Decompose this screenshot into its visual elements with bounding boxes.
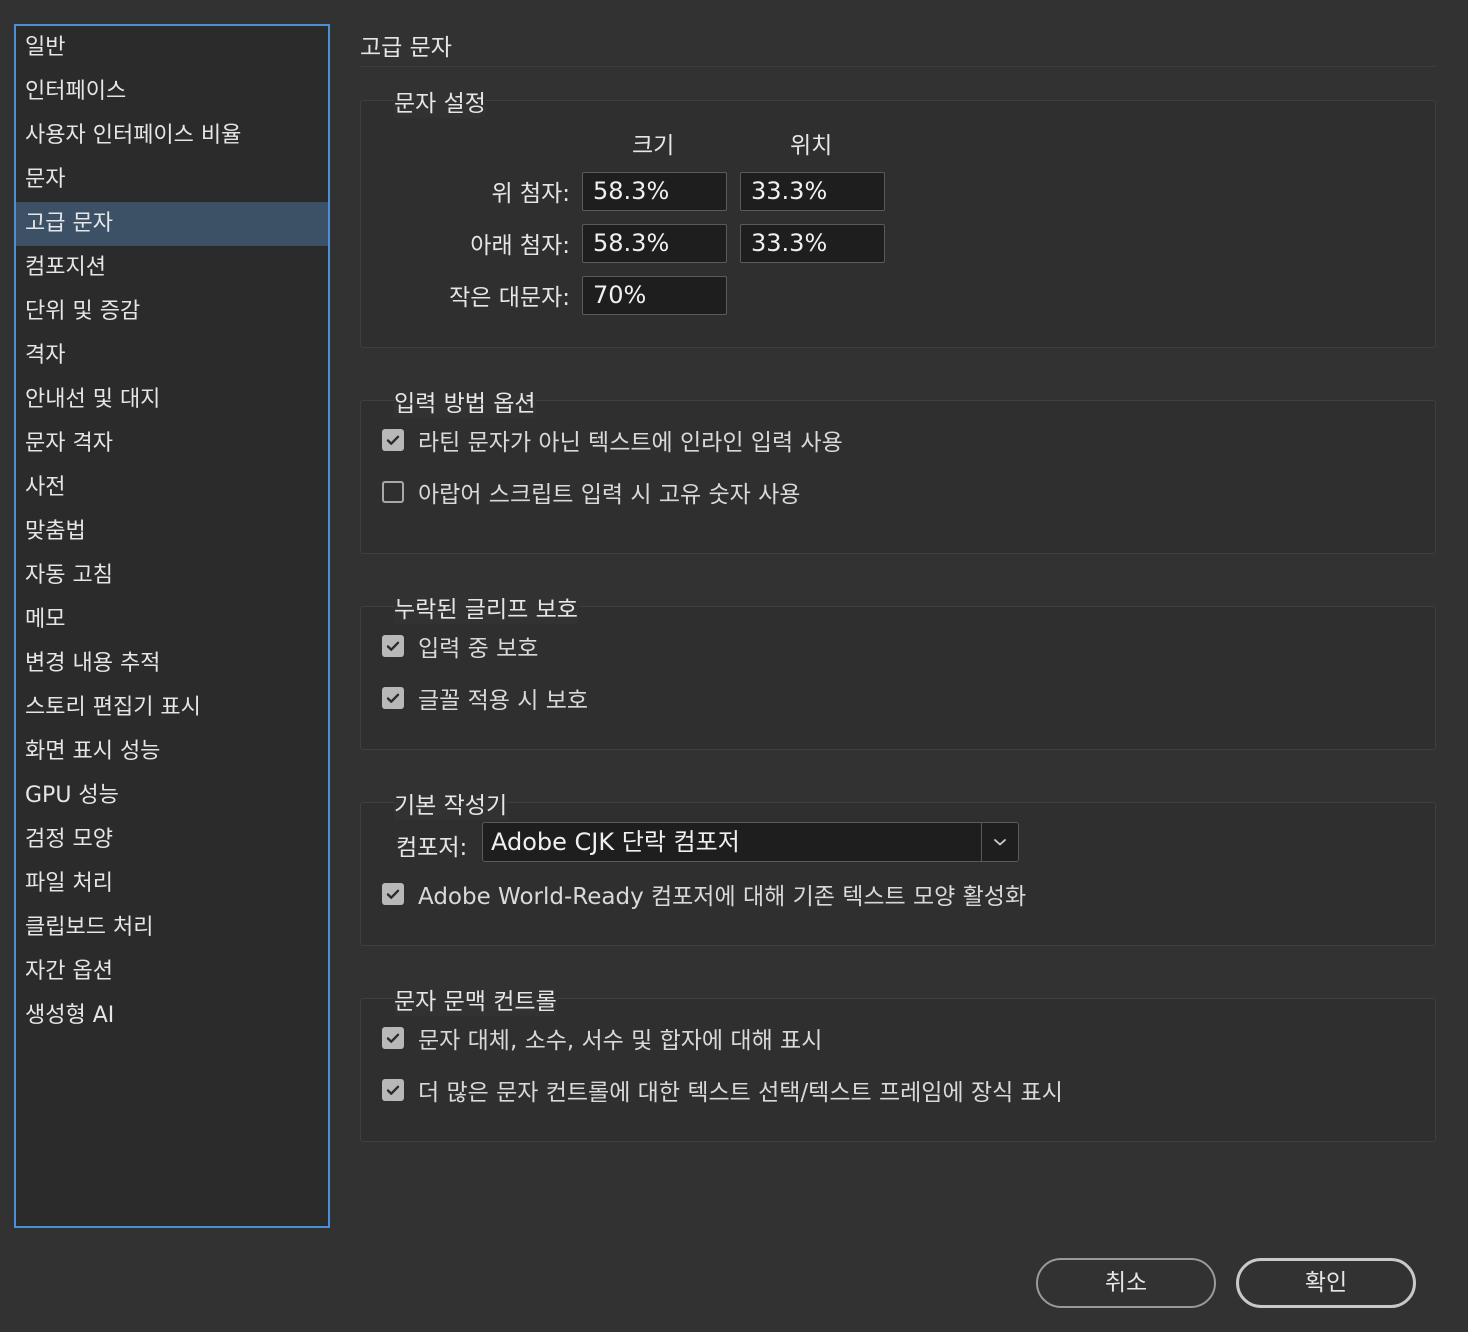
sidebar-item-notes[interactable]: 메모 bbox=[16, 598, 328, 642]
sidebar-item-general[interactable]: 일반 bbox=[16, 26, 328, 70]
protect-font-option[interactable]: 글꼴 적용 시 보호 bbox=[382, 683, 589, 714]
sidebar-item-guides-pasteboard[interactable]: 안내선 및 대지 bbox=[16, 378, 328, 422]
cancel-button[interactable]: 취소 bbox=[1036, 1258, 1216, 1308]
sidebar-item-dictionary[interactable]: 사전 bbox=[16, 466, 328, 510]
sidebar-item-advanced-type[interactable]: 고급 문자 bbox=[16, 202, 328, 246]
glyph-protection-group bbox=[360, 606, 1436, 750]
show-alternates-checkbox[interactable] bbox=[382, 1027, 404, 1049]
column-header-position: 위치 bbox=[790, 133, 833, 159]
protect-typing-checkbox[interactable] bbox=[382, 635, 404, 657]
sidebar-item-ui-scaling[interactable]: 사용자 인터페이스 비율 bbox=[16, 114, 328, 158]
group-title-default-composer: 기본 작성기 bbox=[394, 786, 508, 820]
world-ready-checkbox[interactable] bbox=[382, 883, 404, 905]
chevron-down-icon bbox=[994, 839, 1006, 846]
protect-font-checkbox[interactable] bbox=[382, 687, 404, 709]
checkmark-icon bbox=[386, 641, 400, 651]
native-digits-label: 아랍어 스크립트 입력 시 고유 숫자 사용 bbox=[418, 482, 801, 508]
sidebar-item-composition[interactable]: 컴포지션 bbox=[16, 246, 328, 290]
sidebar-item-frame-grid[interactable]: 문자 격자 bbox=[16, 422, 328, 466]
sidebar-item-autocorrect[interactable]: 자동 고침 bbox=[16, 554, 328, 598]
contextual-controls-group bbox=[360, 998, 1436, 1142]
group-title-glyph-protection: 누락된 글리프 보호 bbox=[394, 590, 578, 624]
show-more-controls-checkbox[interactable] bbox=[382, 1079, 404, 1101]
sidebar-item-story-editor[interactable]: 스토리 편집기 표시 bbox=[16, 686, 328, 730]
small-caps-size-field[interactable]: 70% bbox=[582, 276, 727, 315]
inline-input-label: 라틴 문자가 아닌 텍스트에 인라인 입력 사용 bbox=[418, 430, 843, 456]
sidebar-item-grids[interactable]: 격자 bbox=[16, 334, 328, 378]
sidebar-item-kerning-options[interactable]: 자간 옵션 bbox=[16, 950, 328, 994]
small-caps-label: 작은 대문자: bbox=[449, 285, 570, 311]
sidebar-item-spelling[interactable]: 맞춤법 bbox=[16, 510, 328, 554]
sidebar-item-display-performance[interactable]: 화면 표시 성능 bbox=[16, 730, 328, 774]
title-divider bbox=[360, 66, 1436, 67]
sidebar-item-generative-ai[interactable]: 생성형 AI bbox=[16, 994, 328, 1038]
subscript-position-field[interactable]: 33.3% bbox=[740, 224, 885, 263]
sidebar-item-interface[interactable]: 인터페이스 bbox=[16, 70, 328, 114]
sidebar-item-clipboard-handling[interactable]: 클립보드 처리 bbox=[16, 906, 328, 950]
show-more-controls-label: 더 많은 문자 컨트롤에 대한 텍스트 선택/텍스트 프레임에 장식 표시 bbox=[418, 1080, 1063, 1106]
composer-select-value: Adobe CJK 단락 컴포저 bbox=[491, 828, 740, 856]
sidebar-item-track-changes[interactable]: 변경 내용 추적 bbox=[16, 642, 328, 686]
sidebar-item-black-appearance[interactable]: 검정 모양 bbox=[16, 818, 328, 862]
native-digits-option[interactable]: 아랍어 스크립트 입력 시 고유 숫자 사용 bbox=[382, 477, 801, 508]
native-digits-checkbox[interactable] bbox=[382, 481, 404, 503]
composer-label: 컴포저: bbox=[396, 835, 468, 861]
group-title-input-method: 입력 방법 옵션 bbox=[394, 384, 536, 418]
world-ready-option[interactable]: Adobe World-Ready 컴포저에 대해 기존 텍스트 모양 활성화 bbox=[382, 879, 1027, 910]
preferences-category-list[interactable]: 일반 인터페이스 사용자 인터페이스 비율 문자 고급 문자 컴포지션 단위 및… bbox=[14, 24, 330, 1228]
show-alternates-label: 문자 대체, 소수, 서수 및 합자에 대해 표시 bbox=[418, 1028, 823, 1054]
protect-font-label: 글꼴 적용 시 보호 bbox=[418, 688, 589, 714]
inline-input-option[interactable]: 라틴 문자가 아닌 텍스트에 인라인 입력 사용 bbox=[382, 425, 843, 456]
checkmark-icon bbox=[386, 1085, 400, 1095]
group-title-contextual-controls: 문자 문맥 컨트롤 bbox=[394, 982, 557, 1016]
checkmark-icon bbox=[386, 1033, 400, 1043]
sidebar-item-units-increments[interactable]: 단위 및 증감 bbox=[16, 290, 328, 334]
world-ready-label: Adobe World-Ready 컴포저에 대해 기존 텍스트 모양 활성화 bbox=[418, 884, 1027, 910]
group-title-character-settings: 문자 설정 bbox=[394, 84, 486, 118]
show-alternates-option[interactable]: 문자 대체, 소수, 서수 및 합자에 대해 표시 bbox=[382, 1023, 823, 1054]
sidebar-item-gpu-performance[interactable]: GPU 성능 bbox=[16, 774, 328, 818]
checkmark-icon bbox=[386, 693, 400, 703]
column-header-size: 크기 bbox=[632, 133, 675, 159]
checkmark-icon bbox=[386, 889, 400, 899]
protect-typing-option[interactable]: 입력 중 보호 bbox=[382, 631, 539, 662]
subscript-label: 아래 첨자: bbox=[470, 233, 570, 259]
inline-input-checkbox[interactable] bbox=[382, 429, 404, 451]
superscript-size-field[interactable]: 58.3% bbox=[582, 172, 727, 211]
superscript-position-field[interactable]: 33.3% bbox=[740, 172, 885, 211]
checkmark-icon bbox=[386, 435, 400, 445]
composer-select[interactable]: Adobe CJK 단락 컴포저 bbox=[482, 822, 1019, 862]
composer-dropdown-button[interactable] bbox=[981, 823, 1018, 861]
ok-button[interactable]: 확인 bbox=[1236, 1258, 1416, 1308]
show-more-controls-option[interactable]: 더 많은 문자 컨트롤에 대한 텍스트 선택/텍스트 프레임에 장식 표시 bbox=[382, 1075, 1063, 1106]
sidebar-item-type[interactable]: 문자 bbox=[16, 158, 328, 202]
sidebar-item-file-handling[interactable]: 파일 처리 bbox=[16, 862, 328, 906]
page-title: 고급 문자 bbox=[360, 35, 452, 61]
subscript-size-field[interactable]: 58.3% bbox=[582, 224, 727, 263]
protect-typing-label: 입력 중 보호 bbox=[418, 636, 539, 662]
superscript-label: 위 첨자: bbox=[491, 181, 570, 207]
